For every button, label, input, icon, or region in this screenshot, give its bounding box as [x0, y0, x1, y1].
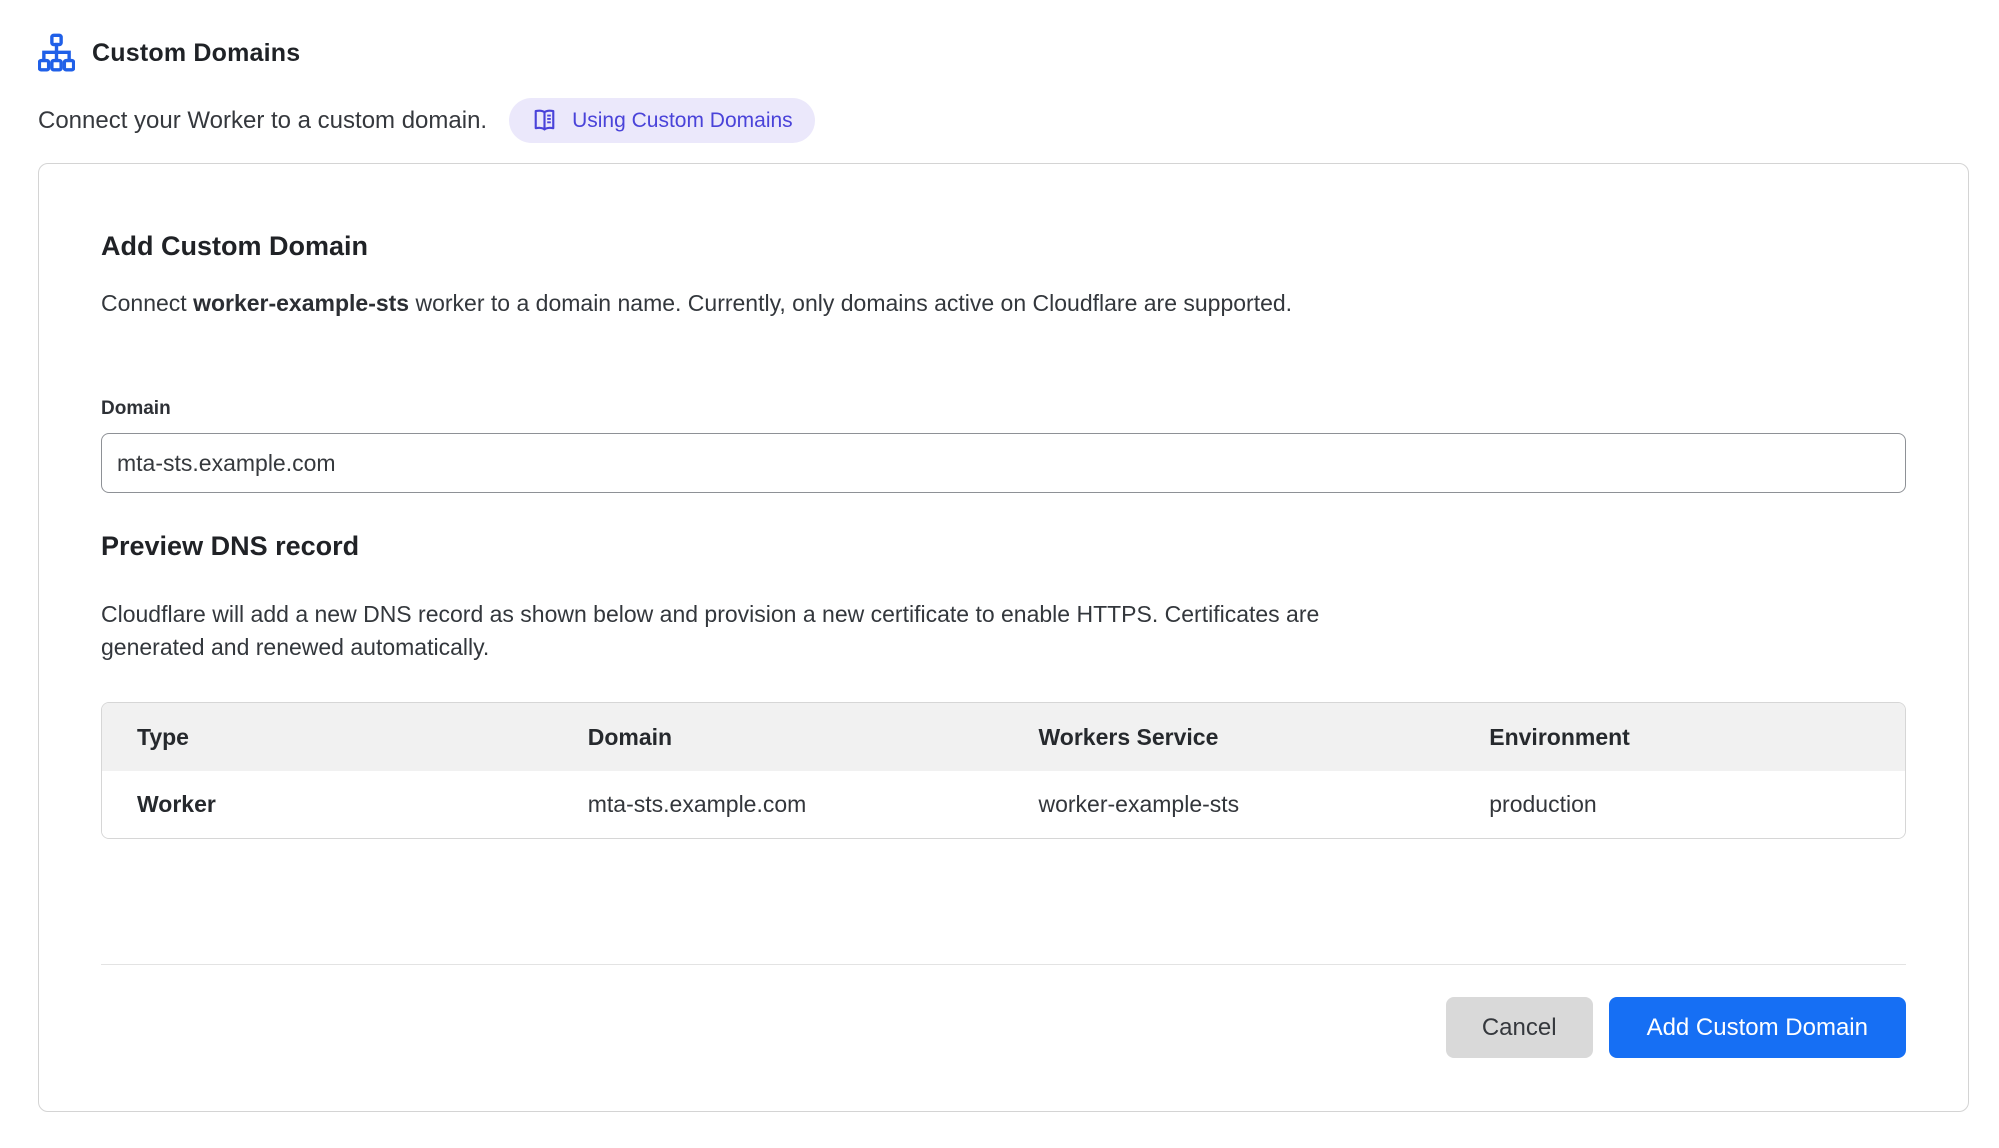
- cell-type: Worker: [102, 771, 553, 838]
- column-header-workers-service: Workers Service: [1004, 703, 1455, 771]
- page-header: Custom Domains Connect your Worker to a …: [0, 0, 1999, 143]
- column-header-type: Type: [102, 703, 553, 771]
- column-header-domain: Domain: [553, 703, 1004, 771]
- sitemap-icon: [38, 33, 75, 74]
- table-header-row: Type Domain Workers Service Environment: [102, 703, 1905, 771]
- cell-environment: production: [1454, 771, 1905, 838]
- preview-description: Cloudflare will add a new DNS record as …: [101, 598, 1361, 664]
- add-custom-domain-button[interactable]: Add Custom Domain: [1609, 997, 1906, 1058]
- docs-link-badge[interactable]: Using Custom Domains: [509, 98, 815, 143]
- worker-name: worker-example-sts: [193, 290, 409, 316]
- page-title: Custom Domains: [92, 39, 300, 68]
- open-book-icon: [531, 107, 558, 134]
- description-prefix: Connect: [101, 290, 193, 316]
- cancel-button[interactable]: Cancel: [1446, 997, 1593, 1058]
- cell-domain: mta-sts.example.com: [553, 771, 1004, 838]
- description-suffix: worker to a domain name. Currently, only…: [409, 290, 1292, 316]
- footer-divider: [101, 964, 1906, 965]
- add-custom-domain-panel: Add Custom Domain Connect worker-example…: [38, 163, 1969, 1112]
- table-row: Worker mta-sts.example.com worker-exampl…: [102, 771, 1905, 838]
- dialog-heading: Add Custom Domain: [101, 230, 1906, 262]
- footer-actions: Cancel Add Custom Domain: [101, 997, 1906, 1058]
- dns-preview-table: Type Domain Workers Service Environment …: [101, 702, 1906, 839]
- cell-workers-service: worker-example-sts: [1004, 771, 1455, 838]
- domain-field-label: Domain: [101, 398, 1906, 420]
- docs-link-label: Using Custom Domains: [572, 109, 793, 133]
- dialog-description: Connect worker-example-sts worker to a d…: [101, 288, 1906, 318]
- preview-heading: Preview DNS record: [101, 530, 1906, 562]
- page-subtitle: Connect your Worker to a custom domain.: [38, 107, 487, 135]
- domain-input[interactable]: [101, 433, 1906, 493]
- column-header-environment: Environment: [1454, 703, 1905, 771]
